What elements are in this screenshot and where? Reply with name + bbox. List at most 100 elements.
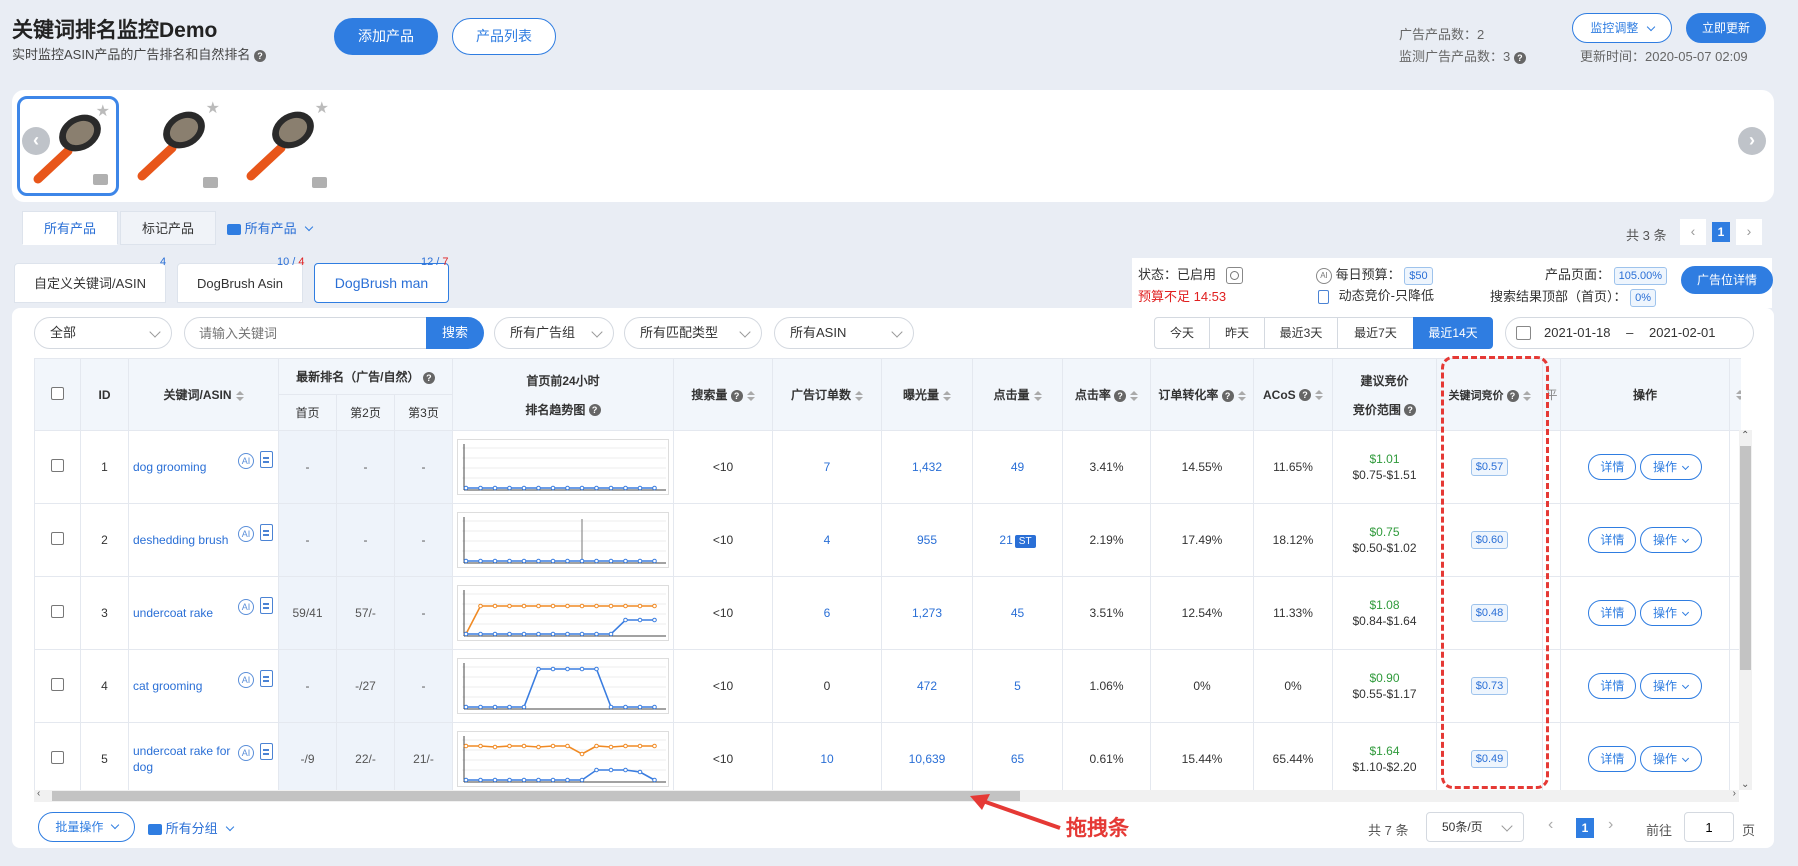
col-ad-orders[interactable]: 广告订单数 <box>772 358 882 431</box>
document-icon[interactable] <box>260 743 273 760</box>
refresh-now-button[interactable]: 立即更新 <box>1686 13 1766 43</box>
sort-icon[interactable] <box>1315 390 1323 401</box>
top-value[interactable]: 0% <box>1630 289 1657 307</box>
document-icon[interactable] <box>260 597 273 614</box>
keyword-link[interactable]: cat grooming <box>133 678 231 694</box>
col-ctr[interactable]: 点击率 ? <box>1062 358 1151 431</box>
row-checkbox[interactable] <box>51 605 64 618</box>
vertical-scrollbar[interactable]: ⌃ ⌄ <box>1739 430 1752 790</box>
carousel-next-icon[interactable]: › <box>1738 127 1766 155</box>
ad-placement-detail-button[interactable]: 广告位详情 <box>1681 266 1773 294</box>
batch-operation-button[interactable]: 批量操作 <box>38 812 135 842</box>
cell-ad-orders[interactable]: 0 <box>772 649 882 723</box>
document-icon[interactable] <box>260 524 273 541</box>
row-checkbox[interactable] <box>51 532 64 545</box>
cell-clicks[interactable]: 5 <box>972 649 1063 723</box>
help-icon[interactable]: ? <box>1114 389 1127 402</box>
date-last14[interactable]: 最近14天 <box>1413 317 1493 349</box>
cell-impressions[interactable]: 1,273 <box>881 576 973 650</box>
ai-icon[interactable]: AI <box>238 526 254 542</box>
sort-icon[interactable] <box>1033 390 1042 401</box>
sort-icon[interactable] <box>1130 390 1139 401</box>
sort-icon[interactable] <box>855 390 863 401</box>
date-last3[interactable]: 最近3天 <box>1264 317 1338 349</box>
tab-dogbrush-asin[interactable]: DogBrush Asin <box>177 263 303 303</box>
clicks-value[interactable]: 21 <box>999 533 1012 547</box>
clicks-value[interactable]: 65 <box>1011 752 1024 766</box>
cell-ad-orders[interactable]: 7 <box>772 430 882 504</box>
help-icon[interactable]: ? <box>1299 389 1311 402</box>
footer-next[interactable]: › <box>1608 816 1613 834</box>
scroll-left-icon[interactable]: ‹ <box>37 788 40 799</box>
cell-impressions[interactable]: 955 <box>881 503 973 577</box>
group-select[interactable]: 所有分组 <box>148 818 235 837</box>
col-clicks[interactable]: 点击量 <box>972 358 1063 431</box>
detail-button[interactable]: 详情 <box>1588 746 1637 772</box>
carousel-prev-icon[interactable]: ‹ <box>22 127 50 155</box>
document-icon[interactable] <box>260 670 273 687</box>
scope-select[interactable]: 全部 <box>34 317 172 349</box>
search-button[interactable]: 搜索 <box>426 317 484 349</box>
folder-icon[interactable] <box>93 174 108 185</box>
goto-page-input[interactable] <box>1684 812 1734 842</box>
cell-clicks[interactable]: 45 <box>972 576 1063 650</box>
sort-icon[interactable] <box>1736 390 1741 401</box>
ops-button[interactable]: 操作 <box>1639 454 1702 480</box>
cell-clicks[interactable]: 21 ST <box>972 503 1063 577</box>
footer-prev[interactable]: ‹ <box>1548 816 1553 834</box>
page-value[interactable]: 105.00% <box>1613 267 1668 285</box>
top-pager-prev[interactable]: ‹ <box>1680 219 1706 245</box>
sort-icon[interactable] <box>746 390 755 401</box>
budget-value[interactable]: $50 <box>1404 267 1433 285</box>
horizontal-scrollbar[interactable]: ‹ › <box>34 788 1739 802</box>
product-folder-select[interactable]: 所有产品 <box>227 218 314 237</box>
cell-clicks[interactable]: 49 <box>972 430 1063 504</box>
cell-trend[interactable] <box>452 722 674 790</box>
cell-trend[interactable] <box>452 503 674 577</box>
col-cvr[interactable]: 订单转化率 ? <box>1150 358 1254 431</box>
cell-impressions[interactable]: 10,639 <box>881 722 973 790</box>
ops-button[interactable]: 操作 <box>1639 527 1702 553</box>
horizontal-scroll-thumb[interactable] <box>52 791 1020 801</box>
clock-icon[interactable] <box>1225 267 1243 285</box>
scroll-down-icon[interactable]: ⌄ <box>1741 779 1749 790</box>
tab-marked-products[interactable]: 标记产品 <box>120 211 216 245</box>
folder-icon[interactable] <box>312 177 327 188</box>
cell-ad-orders[interactable]: 6 <box>772 576 882 650</box>
cell-trend[interactable] <box>452 576 674 650</box>
keyword-link[interactable]: undercoat rake <box>133 605 231 621</box>
cell-trend[interactable] <box>452 649 674 723</box>
help-icon[interactable]: ? <box>1221 389 1234 402</box>
ops-button[interactable]: 操作 <box>1639 600 1702 626</box>
tab-dogbrush-man[interactable]: DogBrush man <box>314 263 449 303</box>
document-icon[interactable] <box>260 451 273 468</box>
ai-icon[interactable]: AI <box>238 599 254 615</box>
star-icon[interactable]: ★ <box>315 98 329 118</box>
scroll-right-icon[interactable]: › <box>1733 788 1736 799</box>
sort-icon[interactable] <box>943 390 951 401</box>
detail-button[interactable]: 详情 <box>1588 454 1637 480</box>
ai-icon[interactable]: AI <box>238 745 254 761</box>
ad-group-select[interactable]: 所有广告组 <box>494 317 614 349</box>
st-badge[interactable]: ST <box>1014 534 1036 548</box>
folder-icon[interactable] <box>203 177 218 188</box>
help-icon[interactable]: ? <box>1513 51 1526 64</box>
date-last7[interactable]: 最近7天 <box>1337 317 1414 349</box>
detail-button[interactable]: 详情 <box>1588 600 1637 626</box>
col-acos[interactable]: ACoS ? <box>1253 358 1333 431</box>
product-thumb-2[interactable]: ★ <box>124 96 226 196</box>
date-range-picker[interactable]: 2021-01-18 – 2021-02-01 <box>1505 317 1754 349</box>
detail-button[interactable]: 详情 <box>1588 527 1637 553</box>
product-thumb-3[interactable]: ★ <box>233 96 335 196</box>
help-icon[interactable]: ? <box>1404 404 1417 417</box>
row-checkbox[interactable] <box>51 459 64 472</box>
keyword-link[interactable]: undercoat rake for dog <box>133 743 231 775</box>
clicks-value[interactable]: 45 <box>1011 606 1024 620</box>
cell-clicks[interactable]: 65 <box>972 722 1063 790</box>
ops-button[interactable]: 操作 <box>1639 746 1702 772</box>
row-checkbox[interactable] <box>51 678 64 691</box>
col-impressions[interactable]: 曝光量 <box>881 358 973 431</box>
top-pager-page[interactable]: 1 <box>1712 222 1730 242</box>
clicks-value[interactable]: 49 <box>1011 460 1024 474</box>
footer-page[interactable]: 1 <box>1576 818 1594 838</box>
